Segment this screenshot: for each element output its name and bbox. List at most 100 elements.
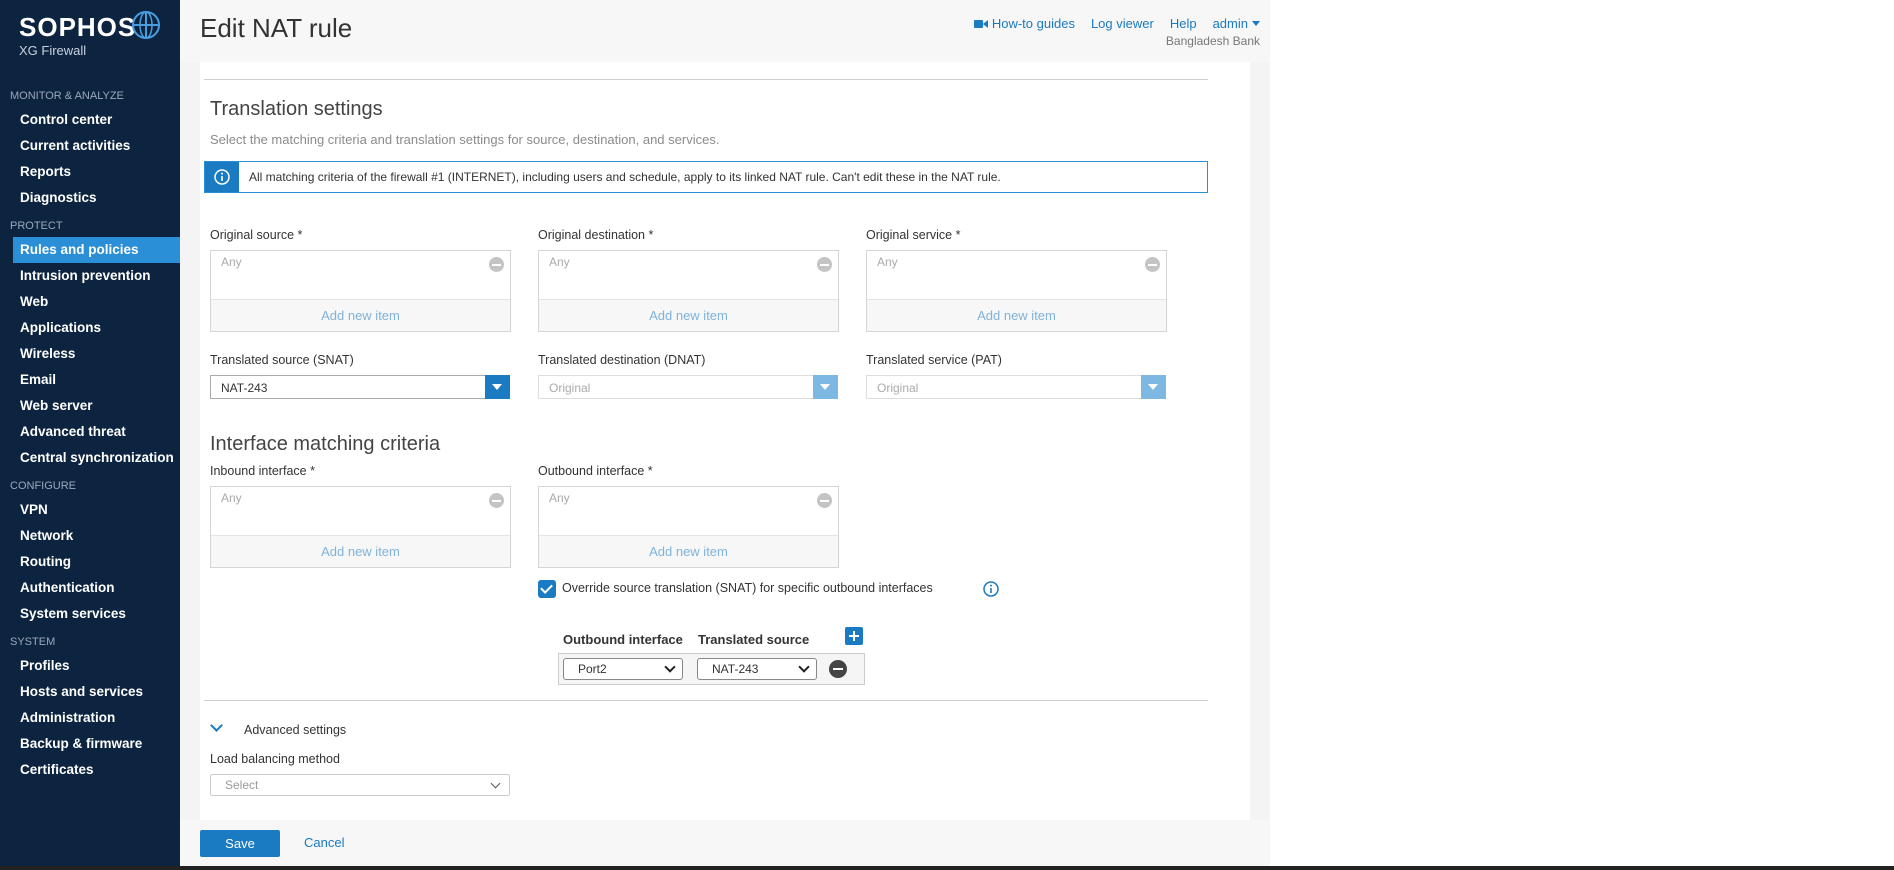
remove-icon[interactable] xyxy=(817,257,832,272)
sidebar-item-routing[interactable]: Routing xyxy=(0,549,180,575)
sidebar-item-administration[interactable]: Administration xyxy=(0,705,180,731)
dropdown-arrow-icon[interactable] xyxy=(485,375,510,399)
nav-section-title: CONFIGURE xyxy=(10,480,76,492)
nav-section-title: PROTECT xyxy=(10,220,63,232)
chevron-down-icon xyxy=(664,661,676,673)
sidebar-item-intrusion-prevention[interactable]: Intrusion prevention xyxy=(0,263,180,289)
original-destination-value: Any xyxy=(549,255,570,269)
video-camera-icon xyxy=(973,19,988,28)
sidebar-item-system-services[interactable]: System services xyxy=(0,601,180,627)
product-name: XG Firewall xyxy=(19,43,87,58)
sidebar-item-advanced-threat[interactable]: Advanced threat xyxy=(0,419,180,445)
row-outbound-interface-select[interactable]: Port2 xyxy=(563,658,683,680)
sophos-globe-icon xyxy=(132,11,160,39)
inbound-interface-label: Inbound interface * xyxy=(210,464,315,478)
load-balancing-select[interactable]: Select xyxy=(210,774,510,796)
sidebar-item-central-synchronization[interactable]: Central synchronization xyxy=(0,445,180,471)
sidebar: SOPHOS XG Firewall MONITOR & ANALYZE Con… xyxy=(0,0,180,866)
user-menu[interactable]: admin xyxy=(1213,16,1260,31)
translated-destination-value: Original xyxy=(549,381,591,395)
translated-service-label: Translated service (PAT) xyxy=(866,353,1002,367)
how-to-guides-link[interactable]: How-to guides xyxy=(973,16,1075,31)
blank-area xyxy=(1270,0,1894,866)
outbound-interface-add-button[interactable]: Add new item xyxy=(539,535,838,567)
translated-destination-select[interactable]: Original xyxy=(538,375,838,399)
translated-source-label: Translated source (SNAT) xyxy=(210,353,354,367)
original-source-field: Any Add new item xyxy=(210,250,511,332)
divider xyxy=(204,700,1208,701)
sidebar-item-web[interactable]: Web xyxy=(0,289,180,315)
translated-source-value: NAT-243 xyxy=(221,381,268,395)
original-source-add-button[interactable]: Add new item xyxy=(211,299,510,331)
sidebar-item-hosts-and-services[interactable]: Hosts and services xyxy=(0,679,180,705)
sidebar-item-backup-firmware[interactable]: Backup & firmware xyxy=(0,731,180,757)
sidebar-item-rules-and-policies[interactable]: Rules and policies xyxy=(13,237,180,263)
nav-section-title: MONITOR & ANALYZE xyxy=(10,90,124,102)
header-links: How-to guides Log viewer Help admin xyxy=(958,16,1260,31)
load-balancing-placeholder: Select xyxy=(225,778,259,792)
sidebar-item-network[interactable]: Network xyxy=(0,523,180,549)
sidebar-item-wireless[interactable]: Wireless xyxy=(0,341,180,367)
sidebar-item-authentication[interactable]: Authentication xyxy=(0,575,180,601)
original-destination-add-button[interactable]: Add new item xyxy=(539,299,838,331)
nav-section-title: SYSTEM xyxy=(10,636,56,648)
sidebar-item-certificates[interactable]: Certificates xyxy=(0,757,180,783)
add-row-button[interactable] xyxy=(845,627,863,645)
row-outbound-interface-value: Port2 xyxy=(578,662,607,676)
cancel-button[interactable]: Cancel xyxy=(304,835,344,850)
original-destination-label: Original destination * xyxy=(538,228,654,242)
nav-section-monitor: MONITOR & ANALYZE Control center Current… xyxy=(0,90,180,211)
original-service-value: Any xyxy=(877,255,898,269)
override-table-row: Port2 NAT-243 xyxy=(558,653,865,685)
chevron-down-icon xyxy=(798,661,810,673)
logo[interactable]: SOPHOS XG Firewall xyxy=(0,0,180,86)
info-banner: All matching criteria of the firewall #1… xyxy=(204,161,1208,193)
sidebar-item-applications[interactable]: Applications xyxy=(0,315,180,341)
page-footer: Save Cancel xyxy=(180,820,1270,866)
remove-icon[interactable] xyxy=(1145,257,1160,272)
override-snat-checkbox[interactable] xyxy=(538,580,556,598)
translated-service-select[interactable]: Original xyxy=(866,375,1166,399)
sidebar-item-reports[interactable]: Reports xyxy=(0,159,180,185)
translation-settings-title: Translation settings xyxy=(210,98,383,120)
page-header: Edit NAT rule How-to guides Log viewer H… xyxy=(180,0,1270,62)
nav-section-protect: PROTECT Rules and policies Intrusion pre… xyxy=(0,220,180,471)
remove-icon[interactable] xyxy=(489,257,504,272)
dropdown-arrow-icon[interactable] xyxy=(1141,375,1166,399)
help-link[interactable]: Help xyxy=(1170,16,1197,31)
translated-destination-label: Translated destination (DNAT) xyxy=(538,353,706,367)
inbound-interface-add-button[interactable]: Add new item xyxy=(211,535,510,567)
sidebar-item-profiles[interactable]: Profiles xyxy=(0,653,180,679)
column-translated-source: Translated source xyxy=(698,632,810,647)
sidebar-item-current-activities[interactable]: Current activities xyxy=(0,133,180,159)
original-source-label: Original source * xyxy=(210,228,303,242)
nav-section-configure: CONFIGURE VPN Network Routing Authentica… xyxy=(0,480,180,627)
dropdown-arrow-icon[interactable] xyxy=(813,375,838,399)
chevron-down-icon[interactable] xyxy=(210,719,223,732)
original-service-label: Original service * xyxy=(866,228,961,242)
row-translated-source-select[interactable]: NAT-243 xyxy=(697,658,817,680)
info-icon xyxy=(205,162,239,192)
original-service-add-button[interactable]: Add new item xyxy=(867,299,1166,331)
sidebar-item-control-center[interactable]: Control center xyxy=(0,107,180,133)
remove-icon[interactable] xyxy=(817,493,832,508)
inbound-interface-field: Any Add new item xyxy=(210,486,511,568)
advanced-settings-toggle[interactable]: Advanced settings xyxy=(244,723,346,737)
sidebar-item-vpn[interactable]: VPN xyxy=(0,497,180,523)
sidebar-item-email[interactable]: Email xyxy=(0,367,180,393)
remove-icon[interactable] xyxy=(489,493,504,508)
tenant-name: Bangladesh Bank xyxy=(1165,34,1260,48)
info-icon[interactable] xyxy=(983,581,999,597)
brand-name: SOPHOS xyxy=(19,12,137,42)
inbound-interface-value: Any xyxy=(221,491,242,505)
sidebar-item-web-server[interactable]: Web server xyxy=(0,393,180,419)
log-viewer-link[interactable]: Log viewer xyxy=(1091,16,1154,31)
remove-row-button[interactable] xyxy=(829,660,847,678)
how-to-guides-label: How-to guides xyxy=(991,16,1075,31)
column-outbound-interface: Outbound interface xyxy=(563,632,683,647)
translated-source-select[interactable]: NAT-243 xyxy=(210,375,510,399)
sidebar-item-diagnostics[interactable]: Diagnostics xyxy=(0,185,180,211)
caret-down-icon xyxy=(1252,20,1260,26)
save-button[interactable]: Save xyxy=(200,830,280,857)
user-name: admin xyxy=(1212,16,1248,31)
